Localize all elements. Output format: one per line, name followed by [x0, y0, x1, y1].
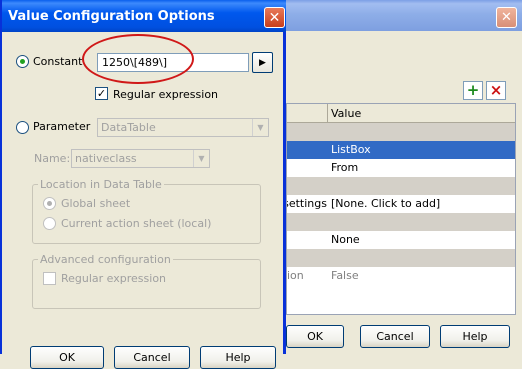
constant-regex-checkbox[interactable]: ✓ — [95, 87, 108, 100]
property-name-cell: ion — [287, 269, 304, 282]
dialog-title-bar: Value Configuration Options ✕ — [2, 0, 286, 32]
background-close-button[interactable]: ✕ — [496, 7, 517, 28]
table-row[interactable] — [287, 213, 515, 231]
parameter-label: Parameter — [33, 120, 91, 133]
table-row[interactable]: From — [287, 159, 515, 177]
property-value-cell: False — [331, 269, 359, 282]
table-row[interactable]: None — [287, 231, 515, 249]
property-name-cell — [287, 159, 327, 177]
property-value-cell: ListBox — [331, 143, 371, 156]
delete-icon: × — [489, 81, 503, 99]
table-row[interactable]: ion False — [287, 267, 515, 285]
parameter-radio[interactable] — [16, 121, 29, 134]
current-sheet-label: Current action sheet (local) — [61, 217, 212, 230]
dialog-title: Value Configuration Options — [8, 9, 215, 24]
global-sheet-radio[interactable] — [43, 197, 56, 210]
table-row[interactable] — [287, 123, 515, 141]
table-row[interactable] — [287, 177, 515, 195]
plus-icon: + — [466, 81, 480, 99]
dialog-help-button[interactable]: Help — [200, 346, 276, 369]
property-value-cell: None — [331, 233, 360, 246]
property-value-cell: [None. Click to add] — [331, 197, 441, 210]
property-name-cell — [287, 249, 327, 267]
parameter-name-value: nativeclass — [75, 152, 137, 165]
delete-row-button[interactable]: × — [486, 81, 506, 100]
constant-regex-label: Regular expression — [113, 88, 219, 101]
constant-label: Constant — [33, 55, 83, 68]
grid-header: Value — [287, 104, 515, 123]
parameter-name-combo[interactable]: nativeclass ▼ — [71, 149, 210, 168]
table-row[interactable]: settings [None. Click to add] — [287, 195, 515, 213]
property-name-cell — [287, 177, 327, 195]
add-row-button[interactable]: + — [463, 81, 483, 100]
dialog-cancel-button[interactable]: Cancel — [114, 346, 190, 369]
parameter-type-value: DataTable — [101, 121, 156, 134]
location-group — [32, 184, 261, 244]
value-options-button[interactable]: ▶ — [252, 52, 273, 73]
advanced-regex-label: Regular expression — [61, 272, 167, 285]
constant-radio[interactable] — [16, 55, 29, 68]
background-cancel-button[interactable]: Cancel — [360, 325, 430, 348]
dialog-close-button[interactable]: ✕ — [264, 7, 285, 28]
property-name-cell — [287, 213, 327, 231]
property-value-cell: From — [331, 161, 359, 174]
close-icon: ✕ — [501, 10, 512, 25]
close-icon: ✕ — [268, 9, 281, 26]
advanced-group-title: Advanced configuration — [38, 253, 173, 266]
parameter-type-combo[interactable]: DataTable ▼ — [97, 118, 269, 137]
location-group-title: Location in Data Table — [38, 178, 164, 191]
table-row[interactable]: ListBox — [287, 141, 515, 159]
table-row[interactable] — [287, 249, 515, 267]
right-arrow-icon: ▶ — [259, 57, 266, 68]
dialog-ok-button[interactable]: OK — [30, 346, 104, 369]
property-name-cell — [287, 141, 327, 159]
chevron-down-icon: ▼ — [252, 119, 268, 136]
global-sheet-label: Global sheet — [61, 197, 131, 210]
current-sheet-radio[interactable] — [43, 217, 56, 230]
background-ok-button[interactable]: OK — [286, 325, 344, 348]
chevron-down-icon: ▼ — [193, 150, 209, 167]
properties-grid[interactable]: Value ListBox From settings [None. Click to… — [286, 103, 516, 315]
value-configuration-dialog: Value Configuration Options ✕ Constant 1… — [0, 0, 286, 369]
property-name-cell: settings — [287, 197, 327, 210]
property-name-cell — [287, 123, 327, 141]
advanced-regex-checkbox[interactable] — [43, 272, 56, 285]
constant-value-input[interactable]: 1250\[489\] — [97, 53, 249, 72]
name-label: Name: — [34, 152, 71, 165]
background-help-button[interactable]: Help — [440, 325, 510, 348]
value-column-header: Value — [331, 107, 362, 120]
property-name-cell — [287, 231, 327, 249]
